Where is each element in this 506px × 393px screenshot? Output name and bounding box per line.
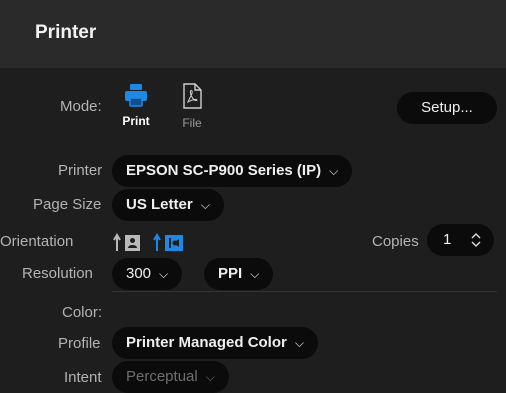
- resolution-label: Resolution: [22, 265, 93, 282]
- setup-button[interactable]: Setup...: [397, 92, 497, 124]
- profile-select[interactable]: Printer Managed Color ⌵: [112, 327, 318, 359]
- printer-label: Printer: [58, 162, 103, 179]
- resolution-unit-select[interactable]: PPI ⌵: [204, 258, 274, 290]
- page-size-label: Page Size: [33, 196, 102, 213]
- copies-stepper[interactable]: 1: [427, 224, 494, 256]
- panel-title: Printer: [35, 22, 97, 43]
- intent-label: Intent: [64, 369, 102, 386]
- chevron-down-icon: ⌵: [329, 164, 339, 178]
- landscape-icon: [153, 233, 183, 251]
- resolution-unit-value: PPI: [218, 265, 243, 282]
- mode-file-label: File: [182, 116, 202, 130]
- mode-print-label: Print: [122, 114, 150, 128]
- chevron-down-icon: ⌵: [205, 370, 215, 384]
- printer-select[interactable]: EPSON SC-P900 Series (IP) ⌵: [112, 155, 353, 187]
- chevron-down-icon: ⌵: [294, 336, 304, 350]
- portrait-icon: [113, 233, 140, 251]
- intent-select[interactable]: Perceptual ⌵: [112, 361, 229, 393]
- page-size-select[interactable]: US Letter ⌵: [112, 189, 224, 221]
- mode-label: Mode:: [60, 98, 102, 115]
- pdf-file-icon: [183, 83, 202, 109]
- orientation-label: Orientation: [0, 233, 74, 250]
- chevron-down-icon: ⌵: [200, 198, 210, 212]
- profile-label: Profile: [58, 335, 101, 352]
- mode-print-button[interactable]: Print: [116, 83, 156, 128]
- chevron-down-icon: ⌵: [250, 267, 260, 281]
- landscape-orientation-button[interactable]: [153, 232, 189, 252]
- stepper-arrows-icon: [471, 232, 481, 248]
- printer-value: EPSON SC-P900 Series (IP): [126, 162, 322, 179]
- chevron-down-icon: ⌵: [159, 267, 169, 281]
- copies-label: Copies: [372, 233, 419, 250]
- intent-value: Perceptual: [126, 368, 198, 385]
- mode-file-button[interactable]: File: [174, 83, 210, 130]
- panel-header: Printer: [0, 0, 506, 68]
- page-size-value: US Letter: [126, 196, 193, 213]
- resolution-select[interactable]: 300 ⌵: [112, 258, 183, 290]
- printer-icon: [125, 84, 147, 107]
- color-section-label: Color:: [62, 304, 103, 321]
- profile-value: Printer Managed Color: [126, 334, 287, 351]
- resolution-value: 300: [126, 265, 152, 282]
- section-divider: [112, 291, 497, 292]
- portrait-orientation-button[interactable]: [113, 232, 145, 252]
- copies-value: 1: [443, 231, 452, 248]
